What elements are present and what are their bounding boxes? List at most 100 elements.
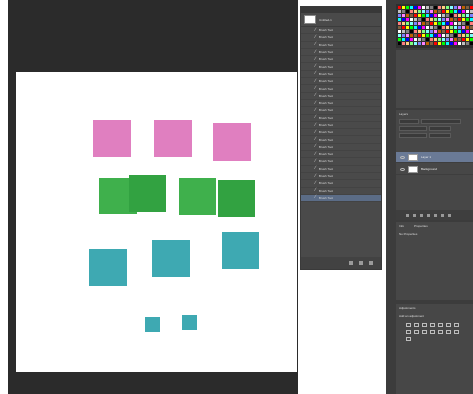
history-step[interactable]: ∕ Brush Tool (301, 151, 381, 159)
color-swatch[interactable] (438, 42, 441, 45)
color-swatch[interactable] (430, 42, 433, 45)
color-swatch[interactable] (446, 38, 449, 41)
color-swatch[interactable] (458, 14, 461, 17)
color-swatch[interactable] (414, 34, 417, 37)
history-step[interactable]: ∕ Brush Tool (301, 166, 381, 173)
color-swatch[interactable] (426, 38, 429, 41)
hue-icon[interactable] (446, 323, 451, 327)
color-swatch[interactable] (422, 26, 425, 29)
color-swatch[interactable] (454, 10, 457, 13)
color-swatch[interactable] (454, 34, 457, 37)
history-step[interactable]: ∕ Brush Tool (301, 180, 381, 188)
vibrance-icon[interactable] (438, 323, 443, 327)
color-swatch[interactable] (402, 10, 405, 13)
color-swatch[interactable] (458, 38, 461, 41)
color-swatch[interactable] (462, 42, 465, 45)
layer-row[interactable]: Layer 1 (396, 152, 473, 163)
color-swatch[interactable] (466, 42, 469, 45)
color-swatch[interactable] (406, 10, 409, 13)
posterize-icon[interactable] (446, 330, 451, 334)
color-swatch[interactable] (398, 34, 401, 37)
color-swatch[interactable] (438, 22, 441, 25)
color-swatch[interactable] (434, 34, 437, 37)
link-icon[interactable] (406, 213, 409, 217)
color-swatch[interactable] (418, 18, 421, 21)
lock-icons[interactable] (399, 133, 427, 138)
color-swatch[interactable] (466, 6, 469, 9)
color-swatch[interactable] (438, 30, 441, 33)
color-swatch[interactable] (426, 26, 429, 29)
color-swatch[interactable] (426, 6, 429, 9)
curves-icon[interactable] (422, 323, 427, 327)
camera-icon[interactable] (359, 261, 363, 265)
color-swatch[interactable] (454, 30, 457, 33)
history-step[interactable]: ∕ Brush Tool (301, 93, 381, 100)
new-layer-icon[interactable] (441, 213, 444, 217)
color-swatch[interactable] (462, 26, 465, 29)
folder-icon[interactable] (434, 213, 437, 217)
color-swatch[interactable] (442, 6, 445, 9)
color-swatch[interactable] (422, 6, 425, 9)
color-swatch[interactable] (398, 18, 401, 21)
color-swatch[interactable] (462, 34, 465, 37)
color-swatch[interactable] (418, 34, 421, 37)
color-swatch[interactable] (402, 30, 405, 33)
color-swatch[interactable] (450, 18, 453, 21)
history-step[interactable]: ∕ Brush Tool (301, 63, 381, 71)
color-swatch[interactable] (426, 10, 429, 13)
color-swatch[interactable] (442, 38, 445, 41)
color-swatch[interactable] (402, 38, 405, 41)
color-swatch[interactable] (438, 34, 441, 37)
history-step[interactable]: ∕ Brush Tool (301, 173, 381, 181)
color-swatch[interactable] (414, 18, 417, 21)
color-swatch[interactable] (454, 38, 457, 41)
color-balance-icon[interactable] (454, 323, 459, 327)
color-swatch[interactable] (426, 18, 429, 21)
fx-icon[interactable] (413, 213, 416, 217)
color-swatch[interactable] (442, 34, 445, 37)
color-swatch[interactable] (410, 14, 413, 17)
color-swatch[interactable] (406, 34, 409, 37)
color-swatch[interactable] (454, 42, 457, 45)
color-swatch[interactable] (434, 6, 437, 9)
color-swatch[interactable] (454, 6, 457, 9)
color-swatch[interactable] (402, 34, 405, 37)
document-canvas[interactable] (16, 72, 297, 372)
color-swatch[interactable] (434, 42, 437, 45)
color-swatch[interactable] (450, 6, 453, 9)
color-swatch[interactable] (410, 30, 413, 33)
history-step[interactable]: ∕ Brush Tool (301, 42, 381, 49)
color-swatch[interactable] (406, 42, 409, 45)
color-swatch[interactable] (406, 38, 409, 41)
color-swatch[interactable] (466, 18, 469, 21)
color-swatch[interactable] (422, 34, 425, 37)
color-swatch[interactable] (402, 6, 405, 9)
color-swatch[interactable] (446, 34, 449, 37)
history-snapshot[interactable]: Untitled-1 (301, 13, 381, 27)
color-swatch[interactable] (450, 22, 453, 25)
color-swatch[interactable] (426, 22, 429, 25)
blend-mode-select[interactable] (399, 126, 427, 131)
info-tab[interactable]: Info (396, 222, 407, 230)
color-swatch[interactable] (410, 10, 413, 13)
color-swatch[interactable] (466, 38, 469, 41)
color-swatch[interactable] (398, 30, 401, 33)
color-swatch[interactable] (422, 38, 425, 41)
color-swatch[interactable] (398, 14, 401, 17)
color-swatch[interactable] (446, 14, 449, 17)
fill-field[interactable] (429, 133, 451, 138)
color-swatch[interactable] (422, 30, 425, 33)
color-swatch[interactable] (438, 38, 441, 41)
color-swatch[interactable] (406, 30, 409, 33)
bw-icon[interactable] (406, 330, 411, 334)
color-swatch[interactable] (406, 14, 409, 17)
color-swatch[interactable] (442, 10, 445, 13)
color-swatch[interactable] (426, 30, 429, 33)
color-swatch[interactable] (462, 22, 465, 25)
color-swatch[interactable] (418, 38, 421, 41)
color-swatch[interactable] (450, 30, 453, 33)
history-step[interactable]: ∕ Brush Tool (301, 85, 381, 93)
history-step[interactable]: ∕ Brush Tool (301, 136, 381, 144)
color-swatch[interactable] (422, 22, 425, 25)
mask-icon[interactable] (420, 213, 423, 217)
